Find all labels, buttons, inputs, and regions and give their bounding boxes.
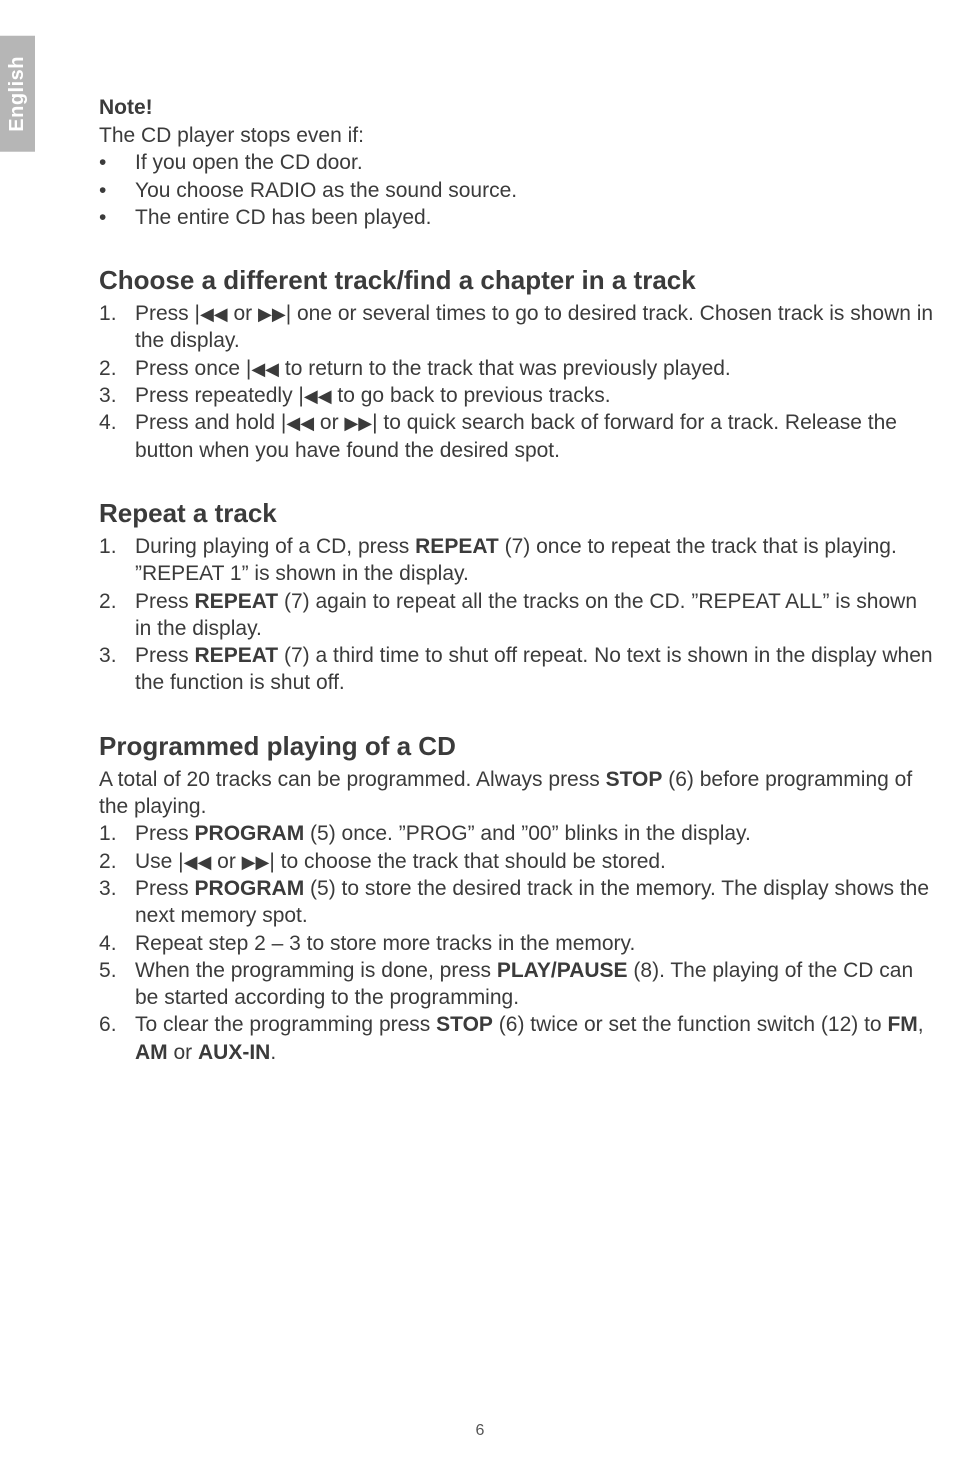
text: or [314, 411, 344, 434]
language-tab: English [0, 36, 35, 152]
next-icon: ▶▶ [258, 304, 286, 324]
text: A total of 20 tracks can be programmed. … [99, 768, 606, 791]
list-item: Press |◀◀ or ▶▶| one or several times to… [99, 300, 939, 355]
text: or [228, 302, 258, 325]
text: Use | [135, 850, 184, 873]
section-heading-choose-track: Choose a different track/find a chapter … [99, 265, 939, 296]
prev-icon: ◀◀ [251, 359, 279, 379]
text: Press repeatedly | [135, 384, 304, 407]
section-heading-repeat: Repeat a track [99, 498, 939, 529]
text: | to choose the track that should be sto… [269, 850, 666, 873]
text: When the programming is done, press [135, 959, 497, 982]
list-item: To clear the programming press STOP (6) … [99, 1011, 939, 1066]
list-item: Use |◀◀ or ▶▶| to choose the track that … [99, 848, 939, 875]
bold-text: REPEAT [195, 590, 279, 613]
text: Press once | [135, 357, 251, 380]
bold-text: REPEAT [195, 644, 279, 667]
list-item: When the programming is done, press PLAY… [99, 957, 939, 1012]
bold-text: STOP [606, 768, 663, 791]
text: or [211, 850, 241, 873]
bold-text: PLAY/PAUSE [497, 959, 628, 982]
list-item: During playing of a CD, press REPEAT (7)… [99, 533, 939, 588]
prev-icon: ◀◀ [184, 852, 212, 872]
text: Press and hold | [135, 411, 286, 434]
list-item: Press and hold |◀◀ or ▶▶| to quick searc… [99, 409, 939, 464]
list-item: If you open the CD door. [99, 149, 939, 176]
note-label: Note! [99, 96, 939, 120]
text: During playing of a CD, press [135, 535, 415, 558]
choose-track-steps: Press |◀◀ or ▶▶| one or several times to… [99, 300, 939, 464]
bold-text: FM [887, 1013, 917, 1036]
text: Press [135, 644, 195, 667]
bold-text: STOP [436, 1013, 493, 1036]
prev-icon: ◀◀ [286, 413, 314, 433]
list-item: Press PROGRAM (5) to store the desired t… [99, 875, 939, 930]
bold-text: AUX-IN [198, 1041, 270, 1064]
repeat-steps: During playing of a CD, press REPEAT (7)… [99, 533, 939, 697]
text: Press | [135, 302, 200, 325]
programmed-steps: Press PROGRAM (5) once. ”PROG” and ”00” … [99, 820, 939, 1066]
note-bullets: If you open the CD door. You choose RADI… [99, 149, 939, 231]
text: Press [135, 590, 195, 613]
bold-text: REPEAT [415, 535, 499, 558]
page-number: 6 [476, 1422, 485, 1440]
next-icon: ▶▶ [344, 413, 372, 433]
list-item: Repeat step 2 – 3 to store more tracks i… [99, 930, 939, 957]
text: to return to the track that was previous… [279, 357, 731, 380]
text: (5) once. ”PROG” and ”00” blinks in the … [304, 822, 751, 845]
bold-text: PROGRAM [195, 822, 305, 845]
list-item: Press REPEAT (7) again to repeat all the… [99, 588, 939, 643]
text: , [918, 1013, 924, 1036]
list-item: You choose RADIO as the sound source. [99, 177, 939, 204]
text: (6) twice or set the function switch (12… [493, 1013, 888, 1036]
section-heading-programmed: Programmed playing of a CD [99, 731, 939, 762]
bold-text: PROGRAM [195, 877, 305, 900]
text: or [168, 1041, 198, 1064]
next-icon: ▶▶ [242, 852, 270, 872]
bold-text: AM [135, 1041, 168, 1064]
text: . [270, 1041, 276, 1064]
text: Press [135, 822, 195, 845]
list-item: The entire CD has been played. [99, 204, 939, 231]
programmed-intro: A total of 20 tracks can be programmed. … [99, 766, 939, 821]
list-item: Press repeatedly |◀◀ to go back to previ… [99, 382, 939, 409]
list-item: Press PROGRAM (5) once. ”PROG” and ”00” … [99, 820, 939, 847]
text: Press [135, 877, 195, 900]
list-item: Press REPEAT (7) a third time to shut of… [99, 642, 939, 697]
list-item: Press once |◀◀ to return to the track th… [99, 355, 939, 382]
page-content: Note! The CD player stops even if: If yo… [99, 96, 939, 1066]
note-intro: The CD player stops even if: [99, 122, 939, 149]
text: to go back to previous tracks. [332, 384, 611, 407]
prev-icon: ◀◀ [200, 304, 228, 324]
text: To clear the programming press [135, 1013, 436, 1036]
prev-icon: ◀◀ [304, 386, 332, 406]
